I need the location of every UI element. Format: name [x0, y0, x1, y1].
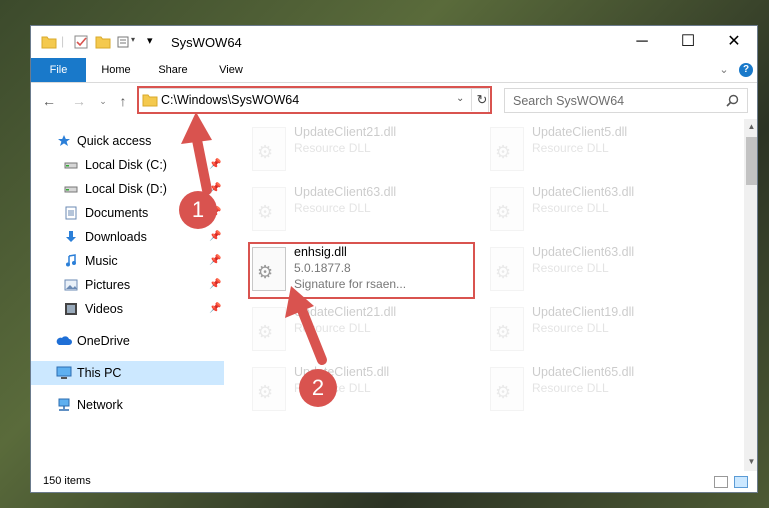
callout-arrow-1 — [192, 135, 212, 195]
callout-badge-2: 2 — [299, 369, 337, 407]
callout-arrow-2 — [297, 305, 327, 365]
callout-arrows — [181, 112, 327, 365]
callout-badge-1: 1 — [179, 191, 217, 229]
callout-arrowhead-1 — [181, 112, 212, 144]
